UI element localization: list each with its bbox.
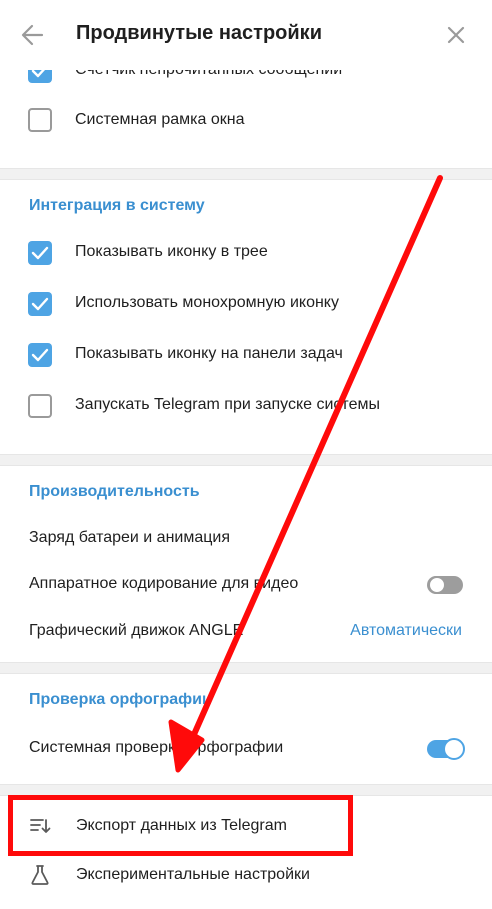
arrow-left-icon: [21, 24, 44, 46]
close-button[interactable]: [441, 20, 471, 50]
system-frame-label: Системная рамка окна: [75, 111, 245, 128]
section-divider: [0, 662, 492, 674]
checkbox-system-frame[interactable]: [28, 108, 52, 132]
checkbox-monochrome-icon[interactable]: [28, 292, 52, 316]
monochrome-icon-label: Использовать монохромную иконку: [75, 294, 339, 311]
header-bar: Продвинутые настройки: [0, 0, 492, 70]
system-spellcheck-label: Системная проверка орфографии: [29, 739, 284, 756]
integration-section: Интеграция в систему Показывать иконку в…: [0, 180, 492, 454]
autostart-label: Запускать Telegram при запуске системы: [75, 396, 380, 413]
checkbox-row-autostart[interactable]: Запускать Telegram при запуске системы: [0, 383, 492, 429]
spellcheck-section-title: Проверка орфографии: [29, 691, 212, 708]
checkmark-icon: [31, 70, 46, 78]
actions-section: Экспорт данных из Telegram Экспериментал…: [0, 796, 492, 909]
hw-decoding-label: Аппаратное кодирование для видео: [29, 575, 299, 592]
checkbox-row-system-frame[interactable]: Системная рамка окна: [0, 98, 492, 144]
taskbar-icon-label: Показывать иконку на панели задач: [75, 345, 343, 362]
system-spellcheck-toggle[interactable]: [427, 738, 465, 760]
hw-decoding-toggle[interactable]: [427, 576, 463, 594]
checkbox-row-tray-icon[interactable]: Показывать иконку в трее: [0, 230, 492, 276]
tray-icon-label: Показывать иконку в трее: [75, 243, 268, 260]
close-icon: [447, 26, 465, 44]
checkbox-unread-counter[interactable]: [28, 70, 52, 83]
battery-animation-row[interactable]: Заряд батареи и анимация: [0, 516, 492, 562]
checkbox-row-monochrome-icon[interactable]: Использовать монохромную иконку: [0, 281, 492, 327]
export-data-icon: [30, 819, 51, 833]
window-section: Счётчик непрочитанных сообщений Системна…: [0, 70, 492, 168]
checkbox-row-taskbar-icon[interactable]: Показывать иконку на панели задач: [0, 332, 492, 378]
integration-section-title: Интеграция в систему: [29, 197, 205, 214]
toggle-knob: [443, 738, 465, 760]
angle-row[interactable]: Графический движок ANGLE Автоматически: [0, 609, 492, 655]
angle-value-link[interactable]: Автоматически: [350, 622, 462, 640]
section-divider: [0, 168, 492, 180]
performance-section-title: Производительность: [29, 483, 200, 500]
export-data-label: Экспорт данных из Telegram: [76, 817, 287, 834]
battery-animation-label: Заряд батареи и анимация: [29, 529, 231, 546]
checkmark-icon: [31, 246, 49, 260]
toggle-knob: [428, 576, 446, 594]
spellcheck-section: Проверка орфографии Системная проверка о…: [0, 674, 492, 784]
section-divider: [0, 454, 492, 466]
page-title: Продвинутые настройки: [76, 22, 322, 44]
back-button[interactable]: [18, 20, 48, 50]
performance-section: Производительность Заряд батареи и анима…: [0, 466, 492, 662]
checkbox-autostart[interactable]: [28, 394, 52, 418]
experimental-settings-button[interactable]: Экспериментальные настройки: [0, 851, 492, 899]
checkmark-icon: [31, 297, 49, 311]
experimental-settings-label: Экспериментальные настройки: [76, 866, 310, 883]
system-spellcheck-row[interactable]: Системная проверка орфографии: [0, 726, 492, 772]
checkbox-taskbar-icon[interactable]: [28, 343, 52, 367]
checkmark-icon: [31, 348, 49, 362]
checkbox-row-unread-counter[interactable]: Счётчик непрочитанных сообщений: [0, 70, 492, 94]
section-divider: [0, 784, 492, 796]
flask-icon: [31, 865, 49, 885]
angle-label: Графический движок ANGLE: [29, 622, 244, 639]
hw-decoding-row[interactable]: Аппаратное кодирование для видео: [0, 562, 492, 608]
unread-counter-label: Счётчик непрочитанных сообщений: [75, 70, 342, 79]
export-data-button[interactable]: Экспорт данных из Telegram: [0, 802, 492, 850]
checkbox-tray-icon[interactable]: [28, 241, 52, 265]
settings-scroll-area[interactable]: Счётчик непрочитанных сообщений Системна…: [0, 70, 492, 909]
